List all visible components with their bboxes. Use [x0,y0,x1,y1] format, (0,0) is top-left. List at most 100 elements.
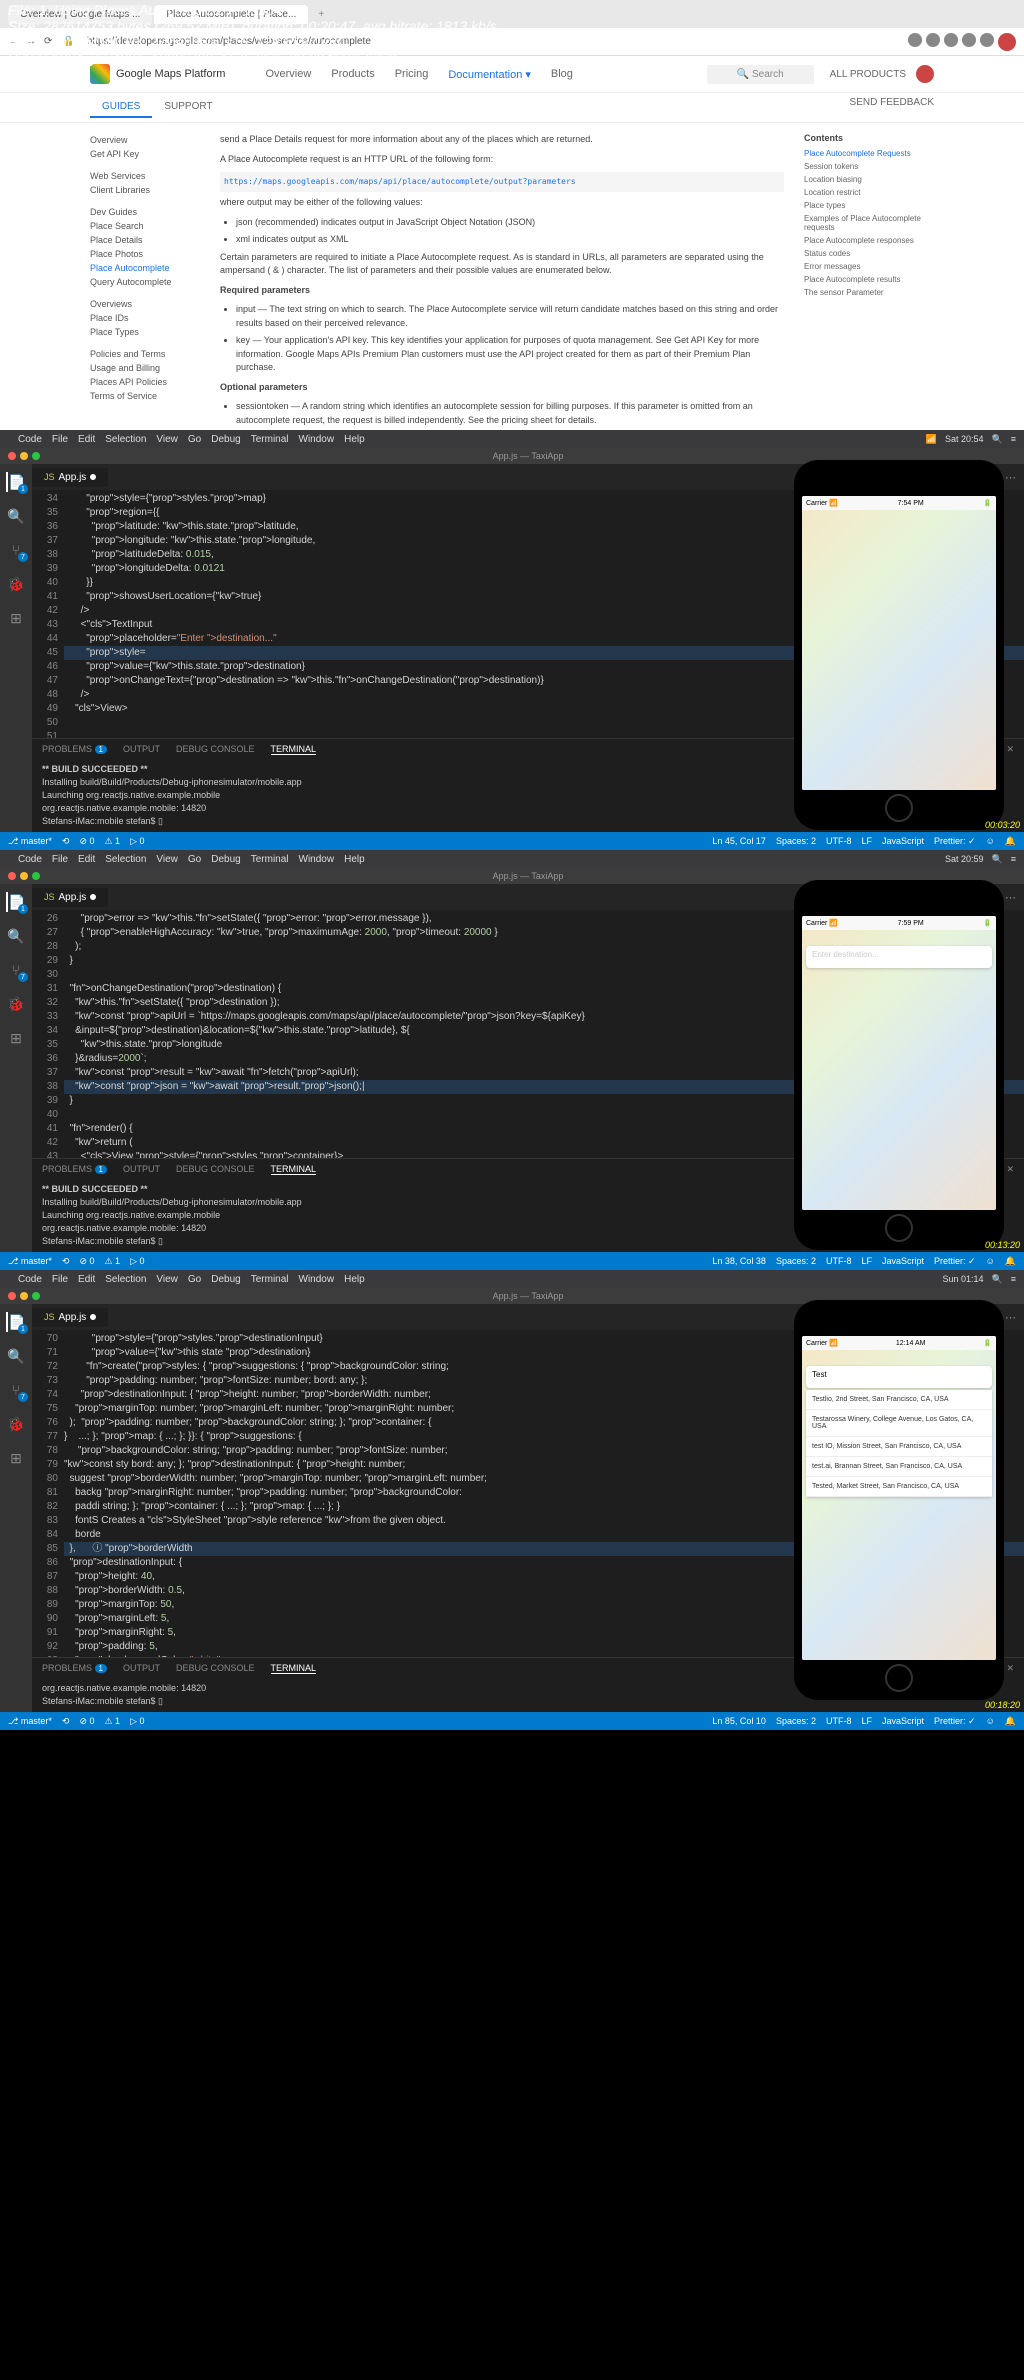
status-sync-icon[interactable]: ⟲ [62,1716,70,1727]
extension-icon[interactable] [980,33,994,47]
extension-icon[interactable] [908,33,922,47]
close-window-button[interactable] [8,1292,16,1300]
sidebar-item[interactable]: Get API Key [90,147,200,161]
profile-avatar[interactable] [998,33,1016,51]
menu-view[interactable]: View [156,854,178,865]
autocomplete-item[interactable]: test.ai, Brannan Street, San Francisco, … [806,1457,992,1477]
toc-item[interactable]: The sensor Parameter [804,286,934,299]
status-eol[interactable]: LF [861,836,872,847]
tab-guides[interactable]: GUIDES [90,97,152,118]
status-bell-icon[interactable]: 🔔 [1005,836,1016,847]
toc-item[interactable]: Location restrict [804,186,934,199]
home-button[interactable] [885,1214,913,1242]
send-feedback-link[interactable]: SEND FEEDBACK [850,97,934,118]
menu-selection[interactable]: Selection [105,854,146,865]
menu-debug[interactable]: Debug [211,434,240,445]
toc-item[interactable]: Place Autocomplete Requests [804,147,934,160]
status-prettier[interactable]: Prettier: ✓ [934,836,976,847]
editor-tab-appjs[interactable]: JSApp.js [32,1308,108,1327]
tab-terminal[interactable]: TERMINAL [271,1663,317,1674]
menubar-menu-icon[interactable]: ≡ [1011,434,1016,445]
extension-icon[interactable] [944,33,958,47]
status-warnings[interactable]: ⚠ 1 [104,1256,120,1267]
menu-edit[interactable]: Edit [78,854,95,865]
menubar-search-icon[interactable]: 🔍 [992,854,1003,865]
sidebar-item[interactable]: Dev Guides [90,205,200,219]
menu-view[interactable]: View [156,1274,178,1285]
status-debug[interactable]: ▷ 0 [130,836,144,847]
gmaps-logo[interactable]: Google Maps Platform [90,64,225,84]
sidebar-item[interactable]: Usage and Billing [90,361,200,375]
sidebar-item[interactable]: Place Details [90,233,200,247]
search-input[interactable]: Test [806,1366,992,1388]
menu-selection[interactable]: Selection [105,1274,146,1285]
toc-item[interactable]: Place types [804,199,934,212]
sidebar-item[interactable]: Place IDs [90,311,200,325]
status-language[interactable]: JavaScript [882,1716,924,1727]
status-errors[interactable]: ⊘ 0 [79,1256,94,1267]
status-debug[interactable]: ▷ 0 [130,1716,144,1727]
sidebar-item[interactable]: Place Photos [90,247,200,261]
menu-selection[interactable]: Selection [105,434,146,445]
minimize-window-button[interactable] [20,872,28,880]
explorer-icon[interactable]: 📄1 [6,1312,26,1332]
status-warnings[interactable]: ⚠ 1 [104,836,120,847]
menu-go[interactable]: Go [188,1274,201,1285]
status-sync-icon[interactable]: ⟲ [62,1256,70,1267]
autocomplete-item[interactable]: Testlio, 2nd Street, San Francisco, CA, … [806,1390,992,1410]
nav-blog[interactable]: Blog [551,68,573,81]
menu-window[interactable]: Window [299,1274,335,1285]
nav-products[interactable]: Products [331,68,374,81]
minimize-window-button[interactable] [20,1292,28,1300]
tab-problems[interactable]: PROBLEMS 1 [42,1663,107,1673]
scm-icon[interactable]: ⑂7 [6,540,26,560]
status-encoding[interactable]: UTF-8 [826,1716,852,1727]
close-window-button[interactable] [8,872,16,880]
home-button[interactable] [885,794,913,822]
menu-edit[interactable]: Edit [78,1274,95,1285]
toc-item[interactable]: Status codes [804,247,934,260]
menu-help[interactable]: Help [344,434,365,445]
tab-output[interactable]: OUTPUT [123,1164,160,1174]
status-cursor[interactable]: Ln 38, Col 38 [712,1256,766,1267]
status-feedback-icon[interactable]: ☺ [986,1256,995,1267]
menu-file[interactable]: File [52,854,68,865]
status-errors[interactable]: ⊘ 0 [79,1716,94,1727]
debug-icon[interactable]: 🐞 [6,1414,26,1434]
sidebar-item[interactable]: Overviews [90,297,200,311]
close-panel-icon[interactable]: ✕ [1006,1663,1014,1674]
tab-debug-console[interactable]: DEBUG CONSOLE [176,1663,255,1673]
status-language[interactable]: JavaScript [882,836,924,847]
status-branch[interactable]: ⎇ master* [8,836,52,847]
sim-map[interactable] [802,510,996,790]
menu-help[interactable]: Help [344,1274,365,1285]
menu-go[interactable]: Go [188,434,201,445]
extensions-icon[interactable]: ⊞ [6,1028,26,1048]
autocomplete-item[interactable]: test IO, Mission Street, San Francisco, … [806,1437,992,1457]
status-eol[interactable]: LF [861,1256,872,1267]
sidebar-item[interactable]: Query Autocomplete [90,275,200,289]
sidebar-item-active[interactable]: Place Autocomplete [90,261,200,275]
status-cursor[interactable]: Ln 45, Col 17 [712,836,766,847]
menubar-search-icon[interactable]: 🔍 [992,434,1003,445]
menu-terminal[interactable]: Terminal [251,1274,289,1285]
status-encoding[interactable]: UTF-8 [826,836,852,847]
menu-file[interactable]: File [52,1274,68,1285]
all-products-link[interactable]: ALL PRODUCTS [830,69,906,80]
status-debug[interactable]: ▷ 0 [130,1256,144,1267]
search-input[interactable]: Enter destination... [806,946,992,968]
explorer-icon[interactable]: 📄1 [6,892,26,912]
status-language[interactable]: JavaScript [882,1256,924,1267]
sidebar-item[interactable]: Policies and Terms [90,347,200,361]
status-encoding[interactable]: UTF-8 [826,1256,852,1267]
more-icon[interactable]: ⋯ [1005,1311,1016,1324]
status-indent[interactable]: Spaces: 2 [776,1716,816,1727]
status-cursor[interactable]: Ln 85, Col 10 [712,1716,766,1727]
profile-avatar[interactable] [916,65,934,83]
tab-problems[interactable]: PROBLEMS 1 [42,744,107,754]
menu-edit[interactable]: Edit [78,434,95,445]
status-warnings[interactable]: ⚠ 1 [104,1716,120,1727]
tab-terminal[interactable]: TERMINAL [271,744,317,755]
menu-window[interactable]: Window [299,434,335,445]
status-bell-icon[interactable]: 🔔 [1005,1716,1016,1727]
